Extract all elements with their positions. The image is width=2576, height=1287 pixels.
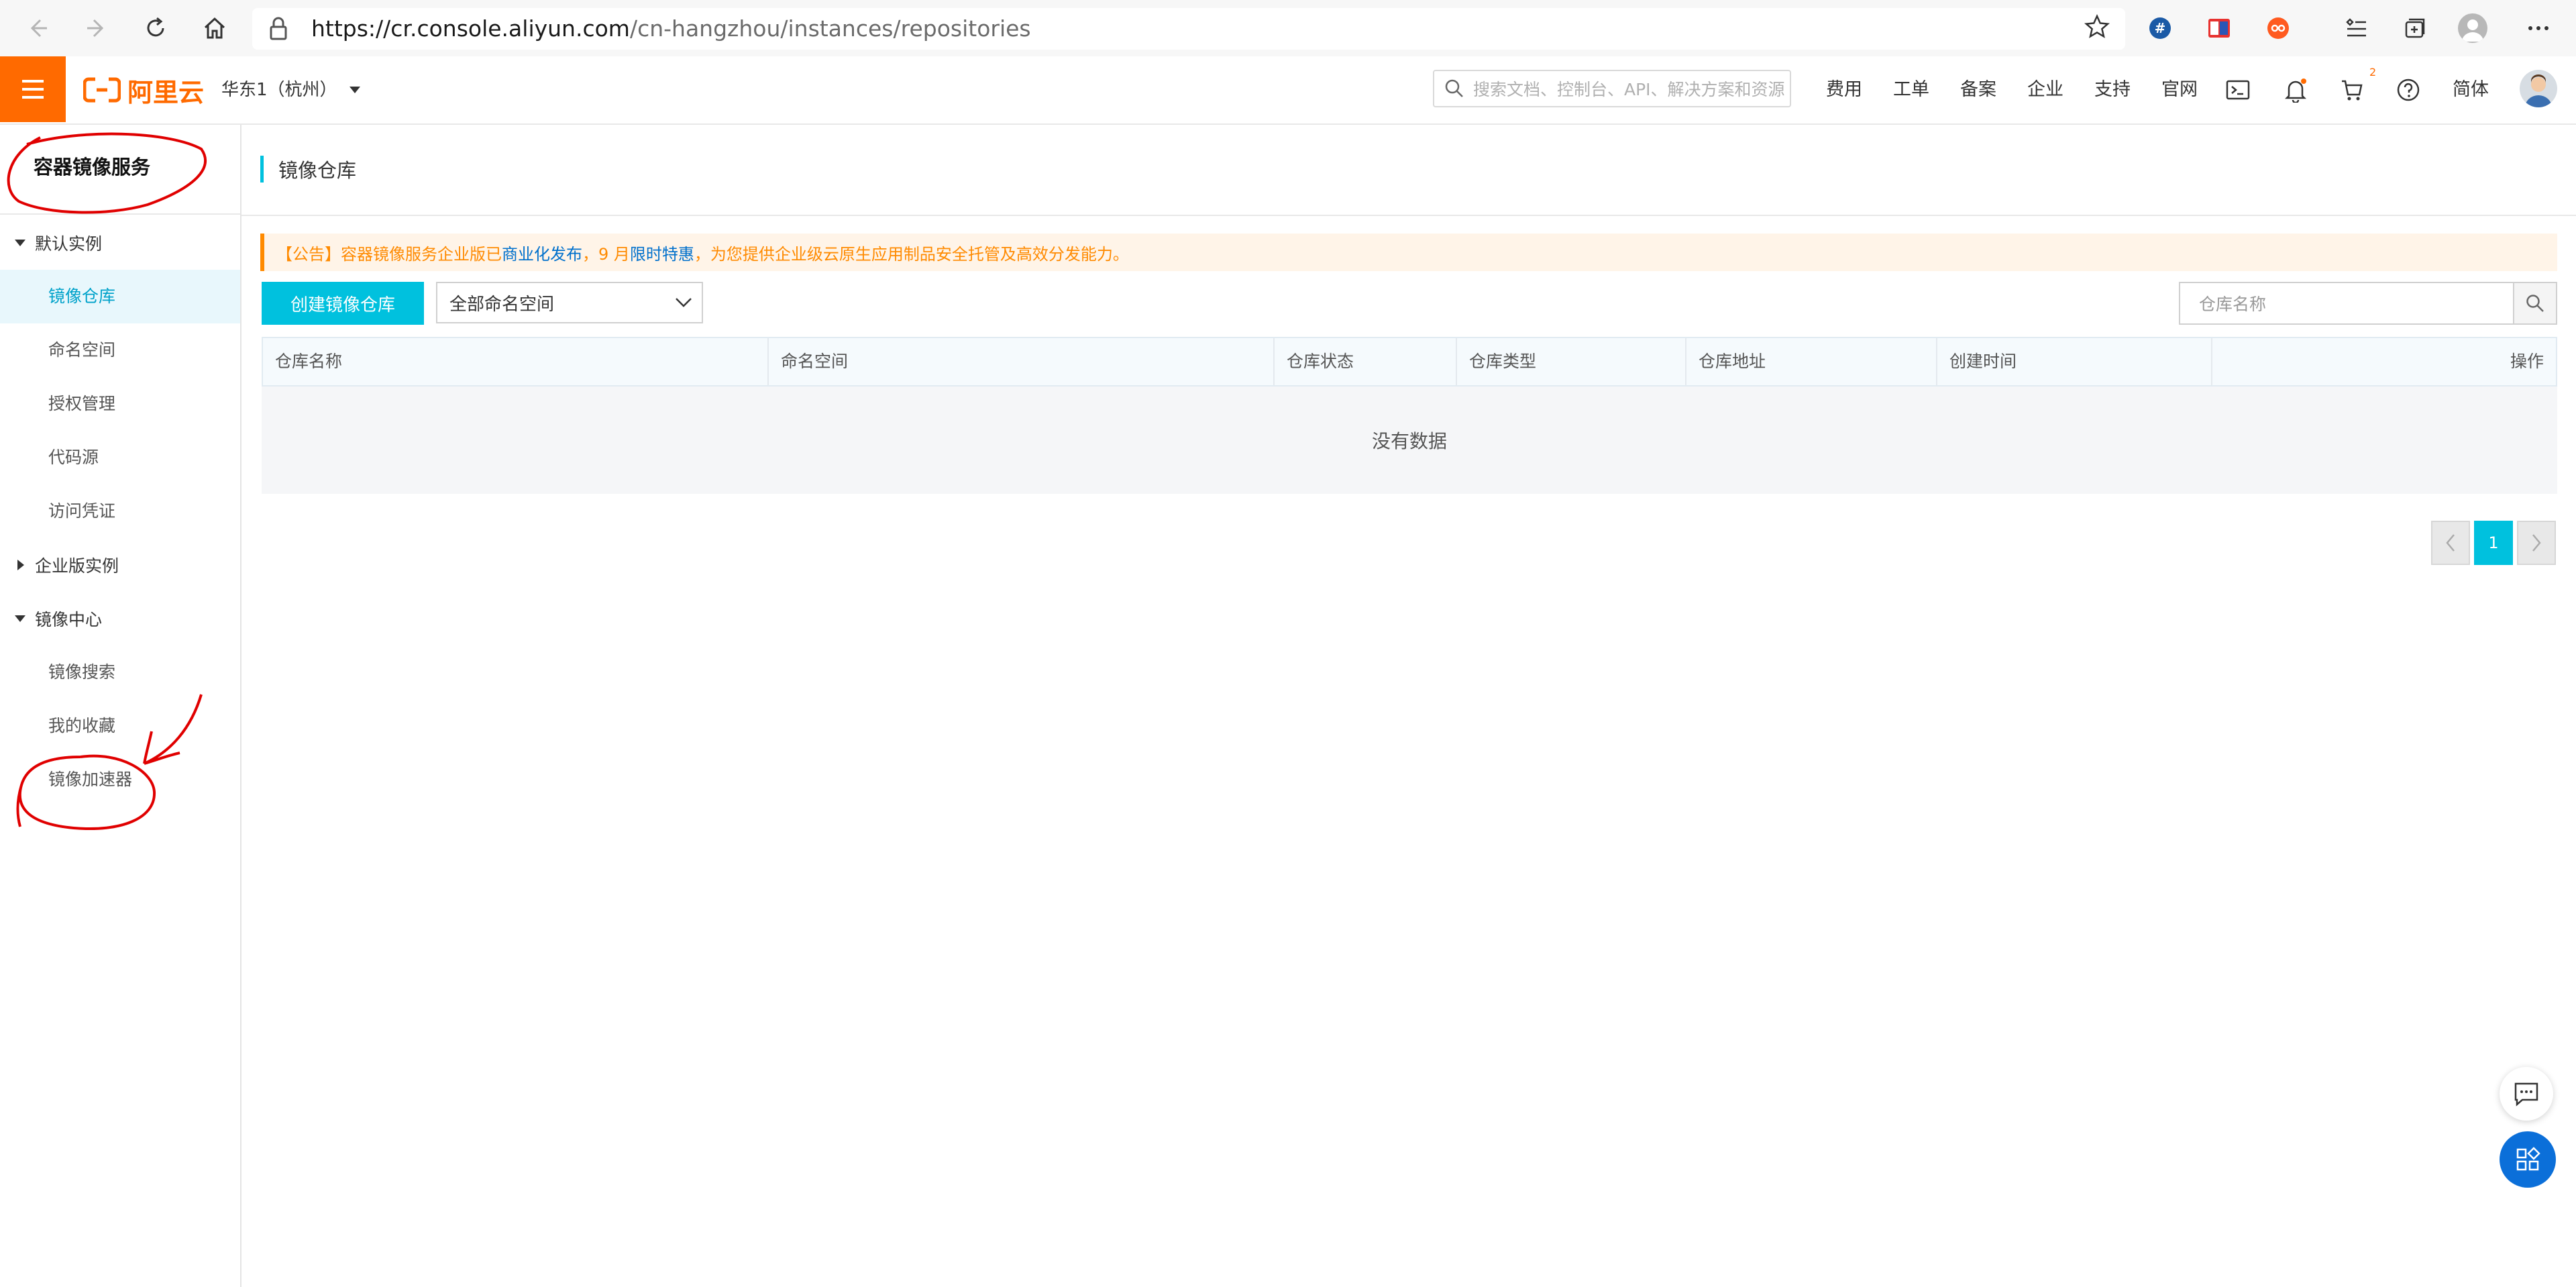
quick-apps-button[interactable] <box>2500 1131 2556 1188</box>
url-host: https://cr.console.aliyun.com <box>311 15 630 42</box>
cart-count-badge: 2 <box>2369 66 2377 79</box>
notice-text: 【公告】容器镜像服务企业版已 <box>276 244 502 264</box>
column-header-created-time: 创建时间 <box>1936 338 2211 385</box>
sidebar-group-default-instance[interactable]: 默认实例 <box>13 231 102 255</box>
browser-profile-avatar[interactable] <box>2458 13 2487 43</box>
translate-extension-icon[interactable] <box>2263 13 2293 43</box>
sidebar-group-label: 默认实例 <box>35 234 103 254</box>
hash-extension-icon[interactable]: # <box>2145 13 2175 43</box>
chat-bubble-icon <box>2514 1082 2538 1106</box>
lock-icon[interactable] <box>267 16 290 42</box>
namespace-select-value: 全部命名空间 <box>449 294 555 315</box>
repository-search-input[interactable]: 仓库名称 <box>2180 291 2513 315</box>
svg-text:#: # <box>2155 20 2166 36</box>
nav-icp-filing[interactable]: 备案 <box>1960 76 1996 103</box>
hamburger-icon <box>22 80 44 99</box>
table-header: 仓库名称 命名空间 仓库状态 仓库类型 仓库地址 创建时间 操作 <box>262 337 2557 387</box>
sidebar-item-namespaces[interactable]: 命名空间 <box>0 323 240 377</box>
main-divider <box>241 215 2576 216</box>
sidebar-item-my-favorites[interactable]: 我的收藏 <box>0 699 240 753</box>
sidebar-group-image-center[interactable]: 镜像中心 <box>13 607 102 631</box>
home-icon[interactable] <box>196 9 233 47</box>
sidebar-item-image-search[interactable]: 镜像搜索 <box>0 646 240 699</box>
language-switch[interactable]: 简体 <box>2453 76 2489 103</box>
forward-icon[interactable] <box>78 9 115 47</box>
notification-bell-icon[interactable] <box>2281 75 2310 105</box>
column-header-repo-type: 仓库类型 <box>1456 338 1685 385</box>
sidebar-group-enterprise-instance[interactable]: 企业版实例 <box>13 553 119 577</box>
logo-text: 阿里云 <box>127 77 205 107</box>
apps-grid-icon <box>2516 1147 2540 1171</box>
region-label: 华东1（杭州） <box>221 80 337 100</box>
nav-official-site[interactable]: 官网 <box>2161 76 2198 103</box>
region-selector[interactable]: 华东1（杭州） <box>221 76 362 103</box>
caret-right-icon <box>17 560 24 570</box>
page-title: 镜像仓库 <box>278 159 357 182</box>
column-header-repo-status: 仓库状态 <box>1273 338 1456 385</box>
sidebar-item-authorization[interactable]: 授权管理 <box>0 377 240 431</box>
nav-tickets[interactable]: 工单 <box>1893 76 1929 103</box>
sidebar-title: 容器镜像服务 <box>34 156 151 178</box>
menu-toggle-button[interactable] <box>0 56 66 122</box>
notice-text: ，9 月 <box>582 244 630 264</box>
flash-extension-icon[interactable] <box>2204 13 2234 43</box>
namespace-select[interactable]: 全部命名空间 <box>436 282 703 323</box>
nav-billing[interactable]: 费用 <box>1826 76 1862 103</box>
refresh-icon[interactable] <box>137 9 174 47</box>
sidebar-item-access-credentials[interactable]: 访问凭证 <box>0 484 240 538</box>
collections-icon[interactable] <box>2400 13 2430 43</box>
column-header-actions: 操作 <box>2211 338 2556 385</box>
sidebar-group-label: 镜像中心 <box>35 610 103 629</box>
feedback-chat-button[interactable] <box>2500 1067 2553 1121</box>
aliyun-logo-icon <box>83 77 121 103</box>
user-avatar[interactable] <box>2520 70 2557 107</box>
empty-state-text: 没有数据 <box>1371 430 1447 452</box>
chevron-left-icon <box>2446 534 2455 552</box>
repository-search[interactable]: 仓库名称 <box>2179 282 2557 325</box>
sidebar-item-image-accelerator[interactable]: 镜像加速器 <box>0 753 240 807</box>
url-path: /cn-hangzhou/instances/repositories <box>629 15 1031 42</box>
chevron-down-icon <box>676 298 692 307</box>
table-empty-state: 没有数据 <box>262 387 2557 494</box>
more-menu-icon[interactable] <box>2524 13 2553 43</box>
column-header-repo-address: 仓库地址 <box>1685 338 1936 385</box>
search-icon <box>1445 79 1463 97</box>
red-annotation-marks <box>7 132 207 830</box>
create-repository-button[interactable]: 创建镜像仓库 <box>262 282 424 325</box>
back-icon[interactable] <box>19 9 56 47</box>
column-header-namespace: 命名空间 <box>767 338 1273 385</box>
chevron-right-icon <box>2532 534 2541 552</box>
notice-text: ，为您提供企业级云原生应用制品安全托管及高效分发能力。 <box>694 244 1129 264</box>
nav-enterprise[interactable]: 企业 <box>2027 76 2063 103</box>
caret-down-icon <box>349 87 360 93</box>
shopping-cart-icon[interactable] <box>2337 75 2367 105</box>
url-text[interactable]: https://cr.console.aliyun.com/cn-hangzho… <box>311 12 1031 46</box>
page-title-block: 镜像仓库 <box>260 156 356 183</box>
column-header-repo-name: 仓库名称 <box>275 352 343 371</box>
announcement-banner: 【公告】容器镜像服务企业版已 商业化发布 ，9 月限时特惠 ，为您提供企业级云原生应用… <box>260 234 2557 271</box>
caret-down-icon <box>15 240 25 246</box>
nav-support[interactable]: 支持 <box>2094 76 2131 103</box>
sidebar-item-code-source[interactable]: 代码源 <box>0 431 240 484</box>
pagination-page-1[interactable]: 1 <box>2474 521 2513 565</box>
notice-link-promotion[interactable]: 限时特惠 <box>630 241 694 264</box>
aliyun-logo[interactable]: 阿里云 <box>83 71 204 109</box>
global-search-placeholder: 搜索文档、控制台、API、解决方案和资源 <box>1473 80 1785 99</box>
help-icon[interactable] <box>2394 75 2423 105</box>
favorite-star-icon[interactable] <box>2084 13 2110 40</box>
notice-link-commercial-release[interactable]: 商业化发布 <box>502 241 582 264</box>
sidebar-group-label: 企业版实例 <box>35 556 119 576</box>
global-search-input[interactable]: 搜索文档、控制台、API、解决方案和资源 <box>1433 70 1791 107</box>
pagination-prev-button[interactable] <box>2431 521 2470 565</box>
cloud-shell-icon[interactable] <box>2223 75 2253 105</box>
repository-search-button[interactable] <box>2513 283 2556 323</box>
sidebar-divider <box>0 213 240 215</box>
search-icon <box>2526 295 2544 312</box>
favorites-list-icon[interactable] <box>2341 13 2371 43</box>
pagination-next-button[interactable] <box>2517 521 2556 565</box>
sidebar-item-repositories[interactable]: 镜像仓库 <box>0 270 240 323</box>
caret-down-icon <box>15 615 25 622</box>
